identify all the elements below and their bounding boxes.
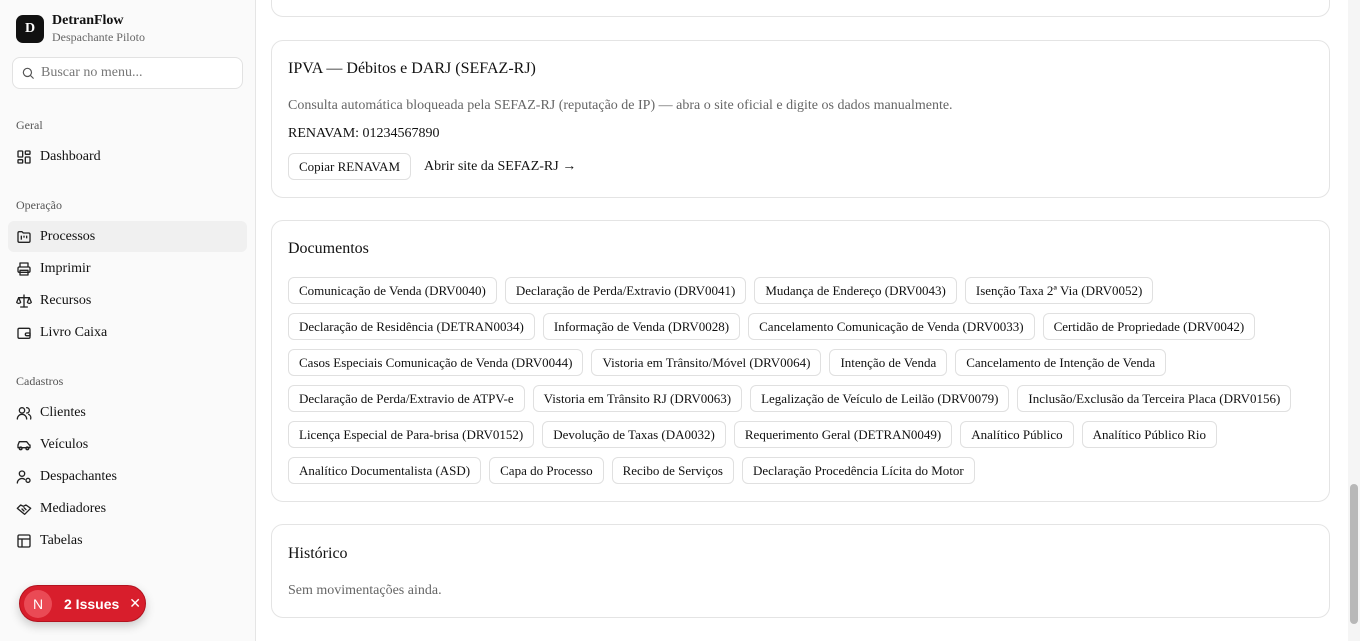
documents-title: Documentos [288, 240, 369, 257]
scrollbar-thumb[interactable] [1350, 484, 1358, 624]
ipva-card: IPVA — Débitos e DARJ (SEFAZ-RJ) Consult… [271, 40, 1330, 198]
sidebar: D DetranFlow Despachante Piloto Geral Da… [0, 0, 256, 641]
document-button[interactable]: Cancelamento de Intenção de Venda [955, 349, 1167, 376]
document-button[interactable]: Cancelamento Comunicação de Venda (DRV00… [748, 313, 1035, 340]
document-button[interactable]: Licença Especial de Para-brisa (DRV0152) [288, 421, 535, 448]
search-box[interactable] [12, 57, 243, 89]
document-button[interactable]: Requerimento Geral (DETRAN0049) [733, 421, 953, 448]
sidebar-item-despachantes[interactable]: Despachantes [8, 461, 247, 492]
users-icon [16, 405, 32, 421]
sidebar-item-label: Dashboard [40, 148, 101, 164]
renavam-value: RENAVAM: 01234567890 [288, 126, 440, 141]
document-button[interactable]: Intenção de Venda [829, 349, 948, 376]
section-label-operacao: Operação [16, 198, 62, 212]
document-button[interactable]: Vistoria em Trânsito/Móvel (DRV0064) [591, 349, 822, 376]
close-icon[interactable]: ✕ [129, 596, 141, 612]
issues-label: 2 Issues [64, 595, 120, 612]
brand-logo: D [16, 15, 44, 43]
wallet-icon [16, 325, 32, 341]
car-icon [16, 437, 32, 453]
sidebar-item-label: Clientes [40, 404, 86, 420]
document-button[interactable]: Mudança de Endereço (DRV0043) [754, 277, 957, 304]
history-empty-text: Sem movimentações ainda. [288, 583, 442, 598]
sidebar-item-label: Processos [40, 228, 96, 244]
sidebar-item-clientes[interactable]: Clientes [8, 397, 247, 428]
document-button[interactable]: Capa do Processo [489, 457, 604, 484]
document-button[interactable]: Recibo de Serviços [611, 457, 734, 484]
document-button[interactable]: Declaração Procedência Lícita do Motor [741, 457, 975, 484]
document-button[interactable]: Vistoria em Trânsito RJ (DRV0063) [532, 385, 743, 412]
search-icon [22, 67, 34, 79]
history-title: Histórico [288, 545, 348, 562]
table-icon [16, 533, 32, 549]
sidebar-item-label: Recursos [40, 292, 92, 308]
document-button[interactable]: Inclusão/Exclusão da Terceira Placa (DRV… [1017, 385, 1292, 412]
search-input[interactable] [41, 65, 231, 81]
scrollbar[interactable] [1348, 0, 1360, 641]
open-sefaz-link[interactable]: Abrir site da SEFAZ-RJ → [424, 159, 576, 175]
ipva-title: IPVA — Débitos e DARJ (SEFAZ-RJ) [288, 60, 536, 77]
document-button[interactable]: Devolução de Taxas (DA0032) [542, 421, 726, 448]
sidebar-item-dashboard[interactable]: Dashboard [8, 141, 247, 172]
user-cog-icon [16, 469, 32, 485]
sidebar-item-mediadores[interactable]: Mediadores [8, 493, 247, 524]
document-button[interactable]: Comunicação de Venda (DRV0040) [288, 277, 497, 304]
document-button[interactable]: Informação de Venda (DRV0028) [542, 313, 741, 340]
document-button[interactable]: Declaração de Perda/Extravio de ATPV-e [288, 385, 525, 412]
sidebar-item-label: Veículos [40, 436, 89, 452]
history-card: Histórico Sem movimentações ainda. [271, 524, 1330, 618]
section-label-cadastros: Cadastros [16, 374, 64, 388]
issues-avatar: N [24, 589, 52, 618]
documents-list: Comunicação de Venda (DRV0040) Declaraçã… [288, 277, 1313, 484]
previous-card [271, 0, 1330, 17]
document-button[interactable]: Isenção Taxa 2ª Via (DRV0052) [964, 277, 1154, 304]
sidebar-item-imprimir[interactable]: Imprimir [8, 253, 247, 284]
sidebar-item-livro-caixa[interactable]: Livro Caixa [8, 317, 247, 348]
folder-kanban-icon [16, 229, 32, 245]
copy-renavam-button[interactable]: Copiar RENAVAM [288, 153, 412, 180]
sidebar-item-label: Mediadores [40, 500, 107, 516]
sidebar-item-recursos[interactable]: Recursos [8, 285, 247, 316]
document-button[interactable]: Legalização de Veículo de Leilão (DRV007… [750, 385, 1010, 412]
document-button[interactable]: Declaração de Residência (DETRAN0034) [288, 313, 535, 340]
ipva-notice: Consulta automática bloqueada pela SEFAZ… [288, 98, 953, 113]
printer-icon [16, 261, 32, 277]
handshake-icon [16, 501, 32, 517]
sidebar-item-veiculos[interactable]: Veículos [8, 429, 247, 460]
sidebar-item-label: Imprimir [40, 260, 91, 276]
brand[interactable]: D DetranFlow Despachante Piloto [16, 13, 145, 45]
sidebar-item-label: Tabelas [40, 532, 83, 548]
section-label-geral: Geral [16, 118, 43, 132]
sidebar-item-processos[interactable]: Processos [8, 221, 247, 252]
document-button[interactable]: Declaração de Perda/Extravio (DRV0041) [504, 277, 747, 304]
document-button[interactable]: Analítico Documentalista (ASD) [288, 457, 482, 484]
document-button[interactable]: Analítico Público Rio [1081, 421, 1218, 448]
sidebar-item-label: Despachantes [40, 468, 117, 484]
document-button[interactable]: Analítico Público [960, 421, 1074, 448]
document-button[interactable]: Certidão de Propriedade (DRV0042) [1042, 313, 1256, 340]
documents-card: Documentos Comunicação de Venda (DRV0040… [271, 220, 1330, 502]
document-button[interactable]: Casos Especiais Comunicação de Venda (DR… [288, 349, 584, 376]
sidebar-item-label: Livro Caixa [40, 324, 108, 340]
app-subtitle: Despachante Piloto [52, 30, 145, 44]
sidebar-item-tabelas[interactable]: Tabelas [8, 525, 247, 556]
dashboard-icon [16, 149, 32, 165]
app-name: DetranFlow [52, 13, 124, 28]
issues-badge[interactable]: N 2 Issues ✕ [19, 585, 146, 622]
scale-icon [16, 293, 32, 309]
